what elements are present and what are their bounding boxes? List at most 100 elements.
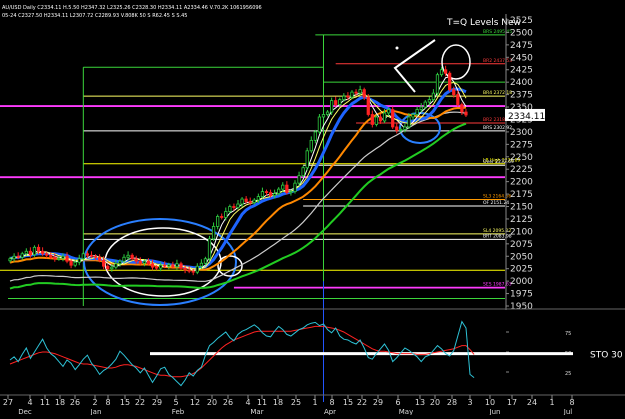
- candle-body: [362, 89, 366, 98]
- candle-body: [248, 201, 252, 203]
- candle-body: [57, 257, 61, 260]
- date-tick-label: 2: [92, 398, 97, 407]
- candle-body: [370, 114, 374, 125]
- date-tick-label: 12: [190, 398, 200, 407]
- candle-body: [321, 114, 326, 118]
- date-tick-label: 6: [395, 398, 400, 407]
- date-tick-label: 26: [70, 398, 80, 407]
- candle-body: [77, 258, 81, 263]
- candle-body: [211, 226, 216, 240]
- date-tick-label: 22: [357, 398, 367, 407]
- candle-body: [122, 256, 126, 262]
- price-tick-label: 2300: [510, 128, 533, 138]
- candle-body: [456, 94, 460, 105]
- candle-body: [378, 116, 383, 122]
- date-tick-label: 28: [447, 398, 457, 407]
- candle-body: [366, 96, 370, 115]
- date-tick-label: 27: [3, 398, 13, 407]
- candle-body: [342, 95, 346, 100]
- date-tick-label: 1: [549, 398, 554, 407]
- candle-body: [32, 246, 37, 256]
- date-tick-label: 18: [273, 398, 283, 407]
- price-tick-label: 2225: [510, 165, 533, 175]
- candle-body: [110, 266, 114, 270]
- date-tick-label: 25: [291, 398, 301, 407]
- candle-body: [163, 264, 167, 267]
- candle-body: [403, 126, 407, 130]
- date-tick-label: 24: [527, 398, 537, 407]
- candle-body: [330, 100, 334, 113]
- candle-body: [187, 269, 191, 272]
- candle-body: [338, 99, 342, 105]
- candle-body: [460, 104, 464, 113]
- level-label: BRS 2495.45: [483, 29, 512, 35]
- date-tick-label: 15: [120, 398, 130, 407]
- price-tick-label: 2100: [510, 227, 533, 237]
- candle-body: [435, 74, 440, 94]
- candle-body: [199, 262, 203, 267]
- date-tick-label: 8: [105, 398, 110, 407]
- candle-body: [8, 258, 12, 262]
- candle-body: [386, 109, 391, 114]
- month-label: Mar: [250, 408, 263, 415]
- price-tick-label: 2125: [510, 215, 533, 225]
- candle-body: [439, 69, 444, 76]
- candle-body: [236, 203, 240, 208]
- candle-body: [171, 264, 175, 268]
- candle-body: [49, 254, 53, 258]
- stoch-tick-label: 75: [565, 331, 571, 337]
- candle-body: [244, 198, 248, 202]
- last-price-label: 2334.11: [508, 112, 545, 122]
- candle-body: [130, 254, 134, 260]
- candle-body: [252, 199, 256, 203]
- month-label: Dec: [18, 408, 32, 415]
- candle-body: [142, 260, 146, 264]
- candle-body: [289, 191, 293, 194]
- candle-body: [240, 198, 244, 205]
- candle-body: [183, 267, 187, 271]
- candle-body: [203, 258, 208, 264]
- candle-body: [159, 264, 163, 269]
- candle-body: [346, 95, 350, 98]
- date-tick-label: 11: [257, 398, 267, 407]
- date-tick-label: 10: [485, 398, 495, 407]
- price-tick-label: 2000: [510, 277, 533, 287]
- stoch-label: STO 30: [590, 351, 623, 361]
- candle-body: [268, 192, 273, 196]
- level-label: BRT 2083.98: [483, 233, 512, 239]
- candle-body: [146, 260, 151, 265]
- price-tick-label: 2525: [510, 16, 533, 26]
- month-label: Apr: [324, 408, 336, 415]
- date-tick-label: 18: [55, 398, 65, 407]
- candle-body: [391, 109, 395, 128]
- candle-body: [260, 191, 265, 197]
- candle-body: [325, 111, 330, 115]
- date-tick-label: 17: [507, 398, 517, 407]
- candle-body: [305, 150, 309, 169]
- price-tick-label: 2475: [510, 41, 533, 51]
- candle-body: [448, 72, 452, 91]
- candle-body: [273, 193, 277, 196]
- candle-body: [12, 255, 16, 260]
- candle-body: [61, 255, 65, 259]
- candle-body: [301, 167, 305, 177]
- date-tick-label: 8: [569, 398, 574, 407]
- candle-body: [89, 254, 94, 257]
- month-label: Feb: [172, 408, 185, 415]
- info-line-2: 05-24 C2327.50 H2334.11 L2307.72 C2289.9…: [2, 13, 187, 19]
- chart-area: AU/USD Daily C2334.11 H.5.50 H2347.32 L2…: [0, 0, 625, 416]
- level-label: BR4 2372.18: [483, 90, 512, 96]
- date-tick-label: 11: [40, 398, 50, 407]
- candle-body: [102, 259, 106, 267]
- level-label: OF 2151.24: [483, 200, 509, 206]
- candle-body: [264, 191, 269, 194]
- date-tick-label: 20: [207, 398, 217, 407]
- candle-body: [334, 100, 338, 105]
- month-label: Jul: [563, 408, 573, 415]
- price-tick-label: 2275: [510, 140, 533, 150]
- candle-body: [382, 112, 387, 122]
- level-label: SL4 2095.22: [483, 228, 511, 234]
- candle-body: [415, 109, 419, 115]
- price-tick-label: 2025: [510, 265, 533, 275]
- price-tick-label: 2200: [510, 178, 533, 188]
